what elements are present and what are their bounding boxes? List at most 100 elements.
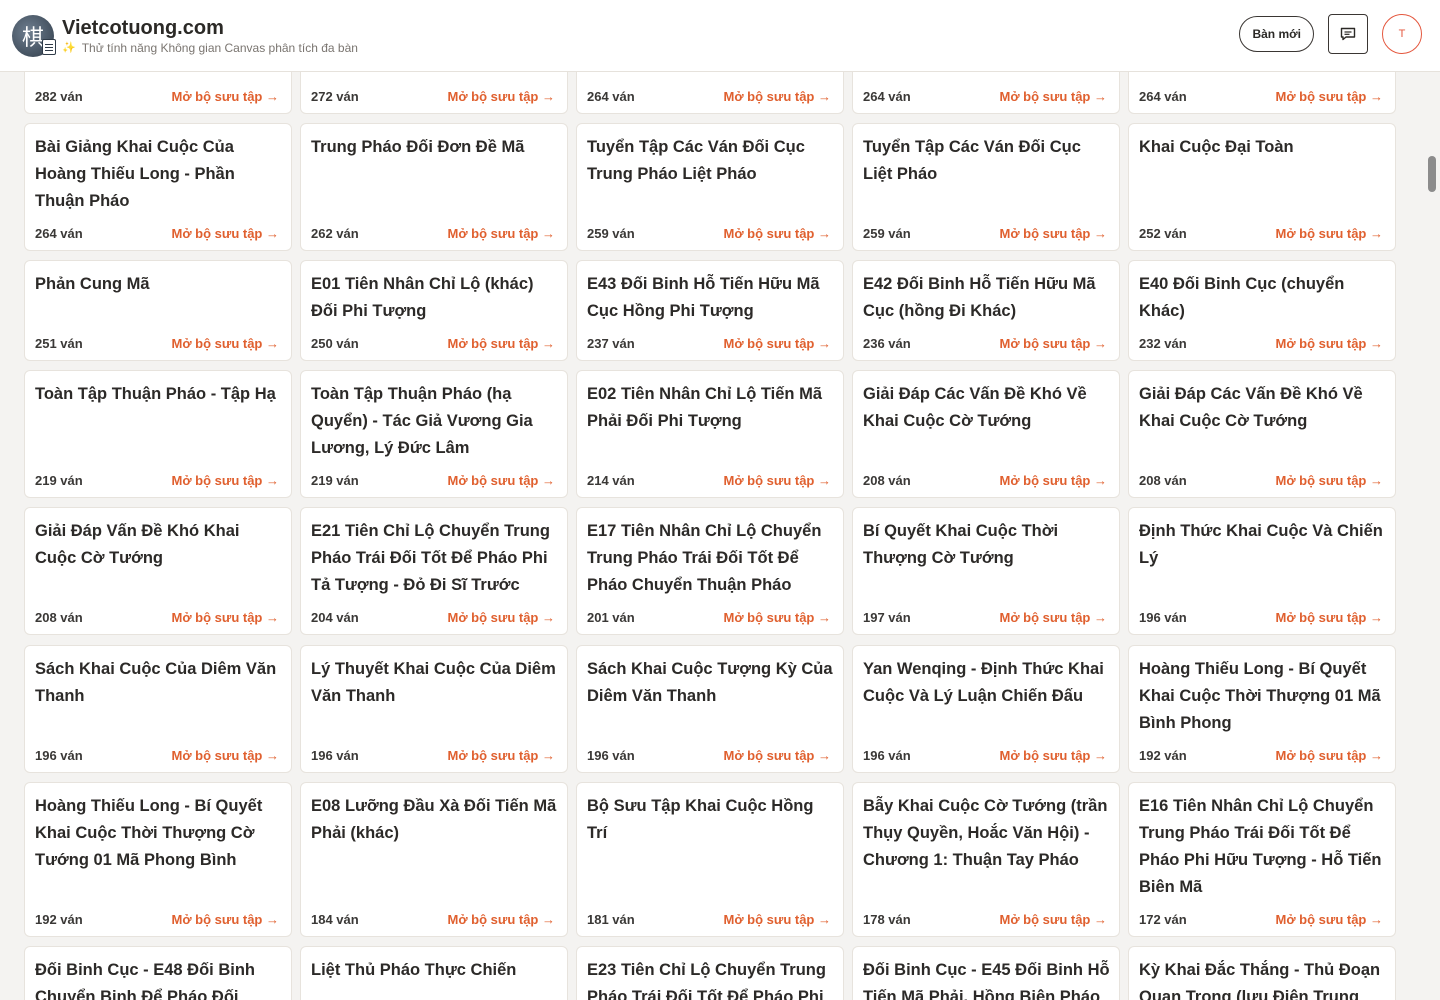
collection-title[interactable]: E08 Lưỡng Đầu Xà Đối Tiến Mã Phải (khác) xyxy=(311,793,559,847)
collection-card[interactable]: Bộ Sưu Tập Khai Cuộc Hồng Trí 181 ván Mở b… xyxy=(576,782,844,937)
collection-card[interactable]: Lý Thuyết Khai Cuộc Của Diêm Văn Thanh 19… xyxy=(300,645,568,773)
open-collection-link[interactable]: Mở bộ sưu tập → xyxy=(1276,226,1384,241)
open-collection-link[interactable]: Mở bộ sưu tập → xyxy=(1000,610,1108,625)
collection-title[interactable]: E01 Tiên Nhân Chỉ Lộ (khác) Đối Phi Tượn… xyxy=(311,271,559,325)
collection-title[interactable]: Liệt Thủ Pháo Thực Chiến xyxy=(311,957,559,984)
collection-title[interactable]: Lý Thuyết Khai Cuộc Của Diêm Văn Thanh xyxy=(311,656,559,710)
collection-card[interactable]: Liệt Thủ Pháo Thực Chiến xyxy=(300,946,568,1000)
collection-title[interactable]: Bộ Sưu Tập Khai Cuộc Hồng Trí xyxy=(587,793,835,847)
open-collection-link[interactable]: Mở bộ sưu tập → xyxy=(724,610,832,625)
collection-title[interactable]: Trung Pháo Đối Đơn Đề Mã xyxy=(311,134,559,161)
open-collection-link[interactable]: Mở bộ sưu tập → xyxy=(448,226,556,241)
open-collection-link[interactable]: Mở bộ sưu tập → xyxy=(724,89,832,104)
open-collection-link[interactable]: Mở bộ sưu tập → xyxy=(724,912,832,927)
collection-title[interactable]: Định Thức Khai Cuộc Và Chiến Lý xyxy=(1139,518,1387,572)
collection-title[interactable]: E21 Tiên Chỉ Lộ Chuyển Trung Pháo Trái Đ… xyxy=(311,518,559,599)
scrollbar[interactable] xyxy=(1426,72,1438,1000)
collection-card[interactable]: E16 Tiên Nhân Chỉ Lộ Chuyển Trung Pháo T… xyxy=(1128,782,1396,937)
open-collection-link[interactable]: Mở bộ sưu tập → xyxy=(172,912,280,927)
collection-title[interactable]: Toàn Tập Thuận Pháo (hạ Quyển) - Tác Giả… xyxy=(311,381,559,462)
collection-title[interactable]: E42 Đối Binh Hỗ Tiến Hữu Mã Cục (hồng Đi… xyxy=(863,271,1111,325)
open-collection-link[interactable]: Mở bộ sưu tập → xyxy=(172,226,280,241)
collection-title[interactable]: Tuyển Tập Các Ván Đối Cục Liệt Pháo xyxy=(863,134,1111,188)
open-collection-link[interactable]: Mở bộ sưu tập → xyxy=(172,336,280,351)
open-collection-link[interactable]: Mở bộ sưu tập → xyxy=(724,226,832,241)
collection-card[interactable]: Tuyển Tập Các Ván Đối Cục Liệt Pháo 259 v… xyxy=(852,123,1120,251)
site-logo[interactable]: 棋 xyxy=(12,14,56,57)
open-collection-link[interactable]: Mở bộ sưu tập → xyxy=(172,610,280,625)
collection-card[interactable]: E42 Đối Binh Hỗ Tiến Hữu Mã Cục (hồng Đi… xyxy=(852,260,1120,361)
collection-card[interactable]: Bí Quyết Khai Cuộc Thời Thượng Cờ Tướng 1… xyxy=(852,507,1120,635)
open-collection-link[interactable]: Mở bộ sưu tập → xyxy=(1276,748,1384,763)
collection-title[interactable]: E02 Tiên Nhân Chỉ Lộ Tiến Mã Phải Đối Ph… xyxy=(587,381,835,435)
open-collection-link[interactable]: Mở bộ sưu tập → xyxy=(448,912,556,927)
new-board-button[interactable]: Bàn mới xyxy=(1239,16,1314,52)
collection-title[interactable]: Kỳ Khai Đắc Thắng - Thủ Đoạn Quan Trọng … xyxy=(1139,957,1387,1000)
open-collection-link[interactable]: Mở bộ sưu tập → xyxy=(1000,748,1108,763)
open-collection-link[interactable]: Mở bộ sưu tập → xyxy=(1000,89,1108,104)
collection-card[interactable]: Sách Khai Cuộc Tượng Kỳ Của Diêm Văn Tha… xyxy=(576,645,844,773)
collection-title[interactable]: Phản Cung Mã xyxy=(35,271,283,298)
collection-card[interactable]: Tuyển Tập Các Ván Đối Cục Trung Pháo Liệ… xyxy=(576,123,844,251)
collection-card[interactable]: Hoàng Thiếu Long - Bí Quyết Khai Cuộc Th… xyxy=(1128,645,1396,773)
collection-card[interactable]: Trung Pháo Đối Đơn Đề Mã 262 ván Mở bộ sưu… xyxy=(300,123,568,251)
site-title[interactable]: Vietcotuong.com xyxy=(62,17,358,39)
collection-title[interactable]: Khai Cuộc Đại Toàn xyxy=(1139,134,1387,161)
open-collection-link[interactable]: Mở bộ sưu tập → xyxy=(724,748,832,763)
open-collection-link[interactable]: Mở bộ sưu tập → xyxy=(448,610,556,625)
collection-title[interactable]: Giải Đáp Các Vấn Đề Khó Về Khai Cuộc Cờ … xyxy=(1139,381,1387,435)
collection-title[interactable]: Đối Binh Cục - E45 Đối Binh Hỗ Tiến Mã P… xyxy=(863,957,1111,1000)
collection-card[interactable]: E17 Tiên Nhân Chỉ Lộ Chuyển Trung Pháo T… xyxy=(576,507,844,635)
collection-card[interactable]: E21 Tiên Chỉ Lộ Chuyển Trung Pháo Trái Đ… xyxy=(300,507,568,635)
collection-card[interactable]: E40 Đối Binh Cục (chuyển Khác) 232 ván Mở … xyxy=(1128,260,1396,361)
collection-card[interactable]: Phản Cung Mã 251 ván Mở bộ sưu tập → xyxy=(24,260,292,361)
open-collection-link[interactable]: Mở bộ sưu tập → xyxy=(172,748,280,763)
collection-title[interactable]: Yan Wenqing - Định Thức Khai Cuộc Và Lý … xyxy=(863,656,1111,710)
open-collection-link[interactable]: Mở bộ sưu tập → xyxy=(172,473,280,488)
scrollbar-thumb[interactable] xyxy=(1428,156,1436,192)
open-collection-link[interactable]: Mở bộ sưu tập → xyxy=(448,748,556,763)
open-collection-link[interactable]: Mở bộ sưu tập → xyxy=(724,336,832,351)
collection-card[interactable]: Khai Cuộc Đại Toàn 252 ván Mở bộ sưu tập → xyxy=(1128,123,1396,251)
collection-card[interactable]: Định Thức Khai Cuộc Và Chiến Lý 196 ván Mở… xyxy=(1128,507,1396,635)
collection-card[interactable]: Giải Đáp Vấn Đề Khó Khai Cuộc Cờ Tướng 20… xyxy=(24,507,292,635)
collection-title[interactable]: E23 Tiên Chỉ Lộ Chuyển Trung Pháo Trái Đ… xyxy=(587,957,835,1000)
collection-card[interactable]: Đối Binh Cục - E48 Đối Binh Chuyển Binh … xyxy=(24,946,292,1000)
user-avatar[interactable]: T xyxy=(1382,14,1422,54)
collection-title[interactable]: Sách Khai Cuộc Của Diêm Văn Thanh xyxy=(35,656,283,710)
open-collection-link[interactable]: Mở bộ sưu tập → xyxy=(724,473,832,488)
open-collection-link[interactable]: Mở bộ sưu tập → xyxy=(172,89,280,104)
collection-card[interactable]: Đối Binh Cục - E45 Đối Binh Hỗ Tiến Mã P… xyxy=(852,946,1120,1000)
collection-card[interactable]: E23 Tiên Chỉ Lộ Chuyển Trung Pháo Trái Đ… xyxy=(576,946,844,1000)
collection-title[interactable]: E17 Tiên Nhân Chỉ Lộ Chuyển Trung Pháo T… xyxy=(587,518,835,599)
collection-card[interactable]: Bài Giảng Khai Cuộc Của Hoàng Thiếu Long… xyxy=(24,123,292,251)
canvas-feature-promo[interactable]: ✨ Thử tính năng Không gian Canvas phân t… xyxy=(62,41,358,55)
collection-card[interactable]: Bẫy Khai Cuộc Cờ Tướng (trần Thụy Quyền,… xyxy=(852,782,1120,937)
collection-title[interactable]: Hoàng Thiếu Long - Bí Quyết Khai Cuộc Th… xyxy=(1139,656,1387,737)
collection-card[interactable]: Toàn Tập Thuận Pháo (hạ Quyển) - Tác Giả… xyxy=(300,370,568,498)
collection-title[interactable]: Sách Khai Cuộc Tượng Kỳ Của Diêm Văn Tha… xyxy=(587,656,835,710)
open-collection-link[interactable]: Mở bộ sưu tập → xyxy=(1276,89,1384,104)
collection-title[interactable]: Bẫy Khai Cuộc Cờ Tướng (trần Thụy Quyền,… xyxy=(863,793,1111,874)
open-collection-link[interactable]: Mở bộ sưu tập → xyxy=(448,89,556,104)
collection-title[interactable]: Bí Quyết Khai Cuộc Thời Thượng Cờ Tướng xyxy=(863,518,1111,572)
collection-card[interactable]: Toàn Tập Thuận Pháo - Tập Hạ 219 ván Mở bộ… xyxy=(24,370,292,498)
collection-card[interactable]: E08 Lưỡng Đầu Xà Đối Tiến Mã Phải (khác)… xyxy=(300,782,568,937)
chat-button[interactable] xyxy=(1328,14,1368,54)
open-collection-link[interactable]: Mở bộ sưu tập → xyxy=(1000,226,1108,241)
collection-card[interactable]: Hoàng Thiếu Long - Bí Quyết Khai Cuộc Th… xyxy=(24,782,292,937)
collection-card[interactable]: Yan Wenqing - Định Thức Khai Cuộc Và Lý … xyxy=(852,645,1120,773)
open-collection-link[interactable]: Mở bộ sưu tập → xyxy=(448,336,556,351)
collection-card[interactable]: Sách Khai Cuộc Của Diêm Văn Thanh 196 ván… xyxy=(24,645,292,773)
open-collection-link[interactable]: Mở bộ sưu tập → xyxy=(1276,912,1384,927)
collection-card[interactable]: Giải Đáp Các Vấn Đề Khó Về Khai Cuộc Cờ … xyxy=(1128,370,1396,498)
open-collection-link[interactable]: Mở bộ sưu tập → xyxy=(1276,473,1384,488)
collection-card[interactable]: E43 Đối Binh Hỗ Tiến Hữu Mã Cục Hồng Phi… xyxy=(576,260,844,361)
collection-title[interactable]: Tuyển Tập Các Ván Đối Cục Trung Pháo Liệ… xyxy=(587,134,835,188)
open-collection-link[interactable]: Mở bộ sưu tập → xyxy=(1276,336,1384,351)
collection-title[interactable]: Giải Đáp Các Vấn Đề Khó Về Khai Cuộc Cờ … xyxy=(863,381,1111,435)
open-collection-link[interactable]: Mở bộ sưu tập → xyxy=(1276,610,1384,625)
open-collection-link[interactable]: Mở bộ sưu tập → xyxy=(1000,473,1108,488)
collection-title[interactable]: Đối Binh Cục - E48 Đối Binh Chuyển Binh … xyxy=(35,957,283,1000)
collection-title[interactable]: Toàn Tập Thuận Pháo - Tập Hạ xyxy=(35,381,283,408)
